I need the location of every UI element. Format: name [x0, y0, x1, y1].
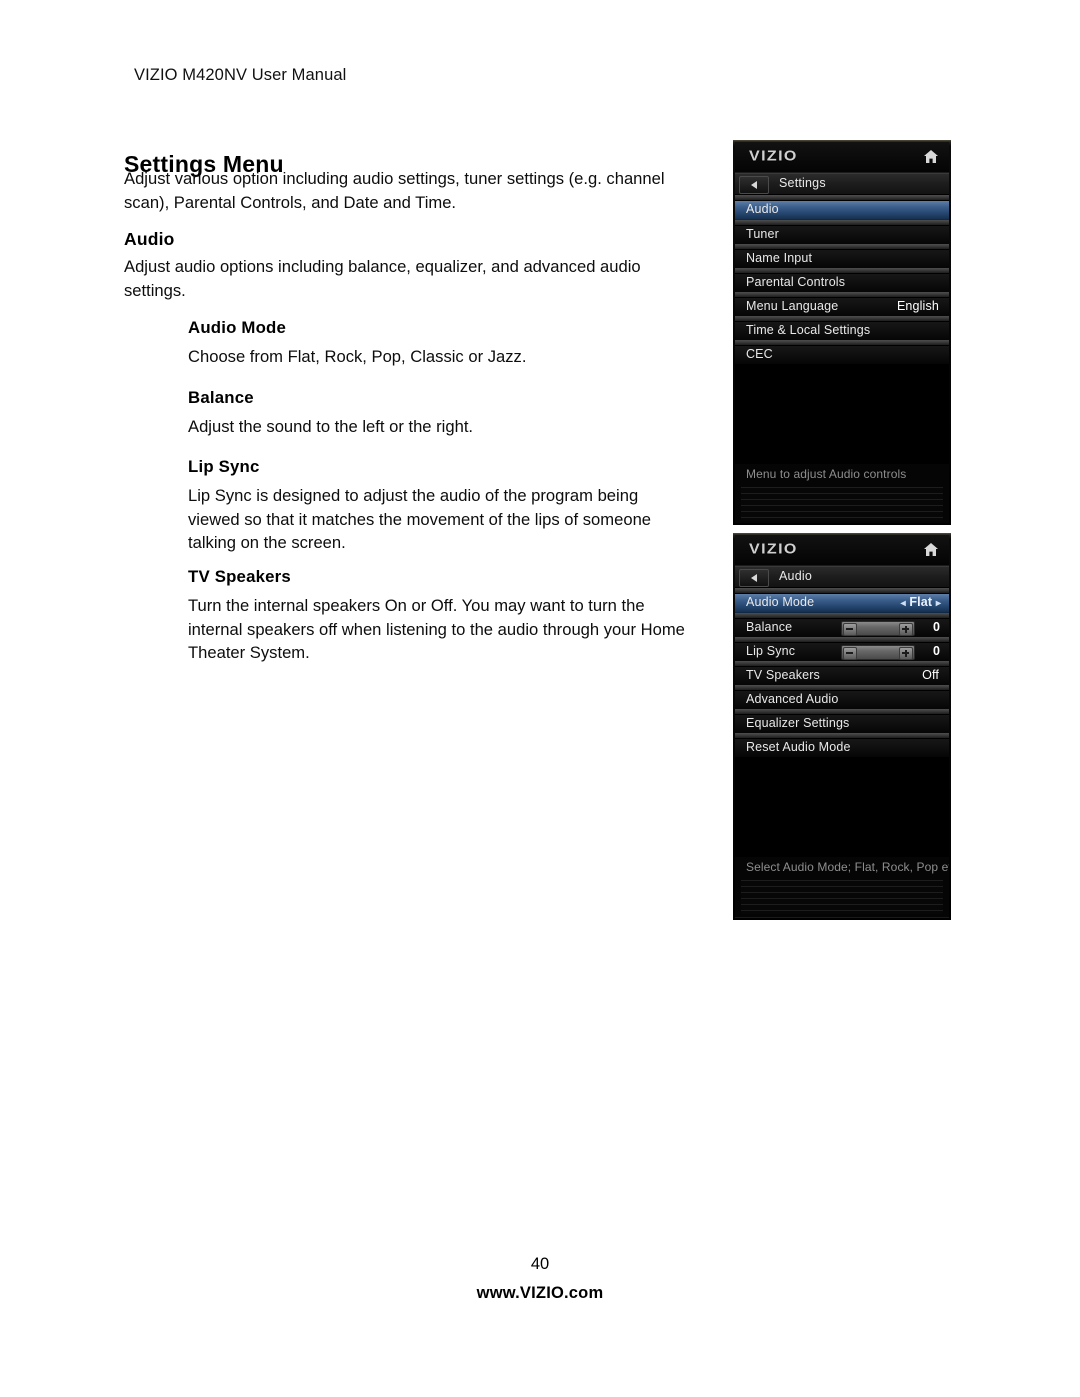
osd-row-parental-controls[interactable]: Parental Controls	[735, 274, 949, 292]
plus-icon[interactable]	[899, 623, 913, 636]
osd-row-balance[interactable]: Balance 0	[735, 619, 949, 637]
vizio-logo: VIZIO	[749, 148, 798, 165]
row-value: Flat	[909, 595, 933, 609]
triangle-left-icon[interactable]	[739, 176, 769, 194]
section-heading-audio: Audio	[124, 229, 175, 249]
balance-slider[interactable]	[841, 621, 915, 636]
osd-row-audio-mode[interactable]: Audio Mode ◂ Flat ▸	[735, 594, 949, 613]
row-label: TV Speakers	[746, 668, 820, 682]
lip-sync-value: 0	[933, 644, 940, 658]
breadcrumb: Audio	[779, 569, 812, 583]
subsection-body-lip-sync: Lip Sync is designed to adjust the audio…	[188, 486, 652, 552]
osd-row-audio[interactable]: Audio	[735, 201, 949, 220]
subsection-body-audio-mode: Choose from Flat, Rock, Pop, Classic or …	[188, 347, 527, 366]
lip-sync-slider[interactable]	[841, 645, 915, 660]
home-icon[interactable]	[923, 149, 939, 164]
minus-icon[interactable]	[843, 647, 857, 660]
row-label: Reset Audio Mode	[746, 740, 851, 754]
footer-website: www.VIZIO.com	[476, 1284, 604, 1302]
row-label: Advanced Audio	[746, 692, 839, 706]
footer-page-number: 40	[530, 1255, 550, 1273]
minus-icon[interactable]	[843, 623, 857, 636]
osd-row-menu-language[interactable]: Menu Language English	[735, 298, 949, 316]
osd-breadcrumb-bar: Audio	[735, 566, 949, 588]
row-label: Audio	[746, 202, 779, 216]
section-body-audio: Adjust audio options including balance, …	[124, 257, 641, 300]
chevron-right-icon[interactable]: ▸	[936, 598, 941, 609]
balance-value: 0	[933, 620, 940, 634]
osd-empty-area	[735, 757, 949, 857]
breadcrumb: Settings	[779, 176, 826, 190]
row-label: Name Input	[746, 251, 813, 265]
row-value: English	[896, 299, 939, 313]
manual-page: VIZIO M420NV User Manual Settings Menu A…	[0, 0, 1080, 1397]
audio-mode-spinner[interactable]: ◂ Flat ▸	[901, 595, 941, 609]
osd-row-name-input[interactable]: Name Input	[735, 250, 949, 268]
osd-breadcrumb-bar: Settings	[735, 173, 949, 195]
subsection-heading-audio-mode: Audio Mode	[188, 318, 287, 337]
subsection-heading-tv-speakers: TV Speakers	[188, 567, 291, 586]
plus-icon[interactable]	[899, 647, 913, 660]
osd-brand-bar: VIZIO	[735, 142, 949, 173]
subsection-heading-balance: Balance	[188, 388, 254, 407]
osd-row-reset-audio-mode[interactable]: Reset Audio Mode	[735, 739, 949, 757]
row-label: Time & Local Settings	[746, 323, 871, 337]
hint-stripes-decoration	[741, 880, 943, 914]
osd-audio-row-list: Audio Mode ◂ Flat ▸ Balance 0 Lip Sync 0…	[735, 588, 949, 757]
chevron-left-icon[interactable]: ◂	[901, 598, 906, 609]
osd-row-advanced-audio[interactable]: Advanced Audio	[735, 691, 949, 709]
row-label: Tuner	[746, 227, 779, 241]
subsection-heading-lip-sync: Lip Sync	[188, 457, 260, 476]
hint-stripes-decoration	[741, 487, 943, 521]
row-label: Lip Sync	[746, 644, 796, 658]
osd-brand-bar: VIZIO	[735, 535, 949, 566]
row-label: CEC	[746, 347, 773, 361]
hint-text: Menu to adjust Audio controls	[746, 467, 907, 481]
osd-settings-menu-screenshot: VIZIO Settings Audio Tuner Name Input Pa…	[733, 140, 951, 525]
osd-row-equalizer-settings[interactable]: Equalizer Settings	[735, 715, 949, 733]
osd-row-lip-sync[interactable]: Lip Sync 0	[735, 643, 949, 661]
row-label: Audio Mode	[746, 595, 815, 609]
row-label: Menu Language	[746, 299, 839, 313]
osd-row-tuner[interactable]: Tuner	[735, 226, 949, 244]
home-icon[interactable]	[923, 542, 939, 557]
osd-empty-area	[735, 364, 949, 464]
osd-row-time-local-settings[interactable]: Time & Local Settings	[735, 322, 949, 340]
osd-hint-area: Menu to adjust Audio controls	[735, 464, 949, 523]
row-value: Off	[922, 668, 939, 682]
osd-exit-bar: EXIT	[735, 917, 949, 918]
row-label: Balance	[746, 620, 793, 634]
hint-text: Select Audio Mode; Flat, Rock, Pop etc..…	[746, 860, 949, 874]
osd-row-cec[interactable]: CEC	[735, 346, 949, 364]
triangle-left-icon[interactable]	[739, 569, 769, 587]
subsection-body-tv-speakers: Turn the internal speakers On or Off. Yo…	[188, 596, 685, 662]
row-label: Parental Controls	[746, 275, 846, 289]
osd-audio-menu-screenshot: VIZIO Audio Audio Mode ◂ Flat ▸ Balance …	[733, 533, 951, 920]
osd-settings-row-list: Audio Tuner Name Input Parental Controls…	[735, 195, 949, 364]
subsection-body-balance: Adjust the sound to the left or the righ…	[188, 417, 474, 436]
osd-hint-area: Select Audio Mode; Flat, Rock, Pop etc..…	[735, 857, 949, 917]
intro-paragraph: Adjust various option including audio se…	[124, 169, 665, 212]
row-label: Equalizer Settings	[746, 716, 850, 730]
running-head: VIZIO M420NV User Manual	[134, 66, 347, 84]
osd-row-tv-speakers[interactable]: TV Speakers Off	[735, 667, 949, 685]
vizio-logo: VIZIO	[749, 541, 798, 558]
